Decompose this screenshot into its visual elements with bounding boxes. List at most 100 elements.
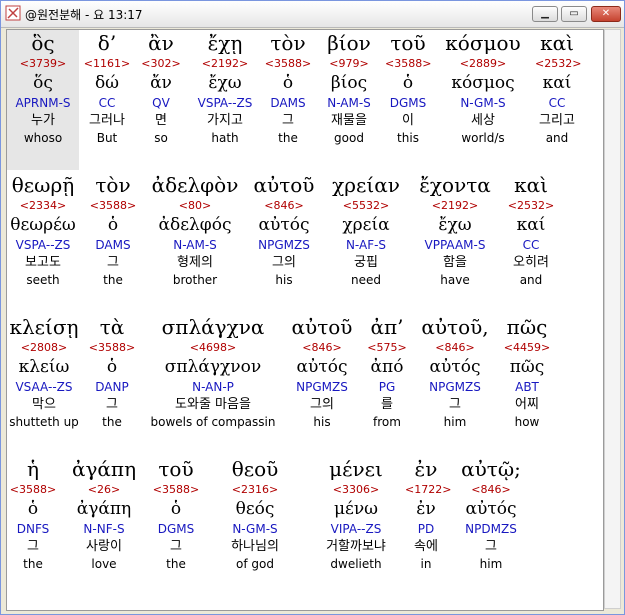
word-unit[interactable]: ἀπ’ <575> ἀπό PG 를 from (361, 314, 413, 454)
strong-number[interactable]: <3588> (263, 56, 313, 72)
lemma: ὁ (402, 73, 414, 93)
word-unit[interactable]: αὐτοῦ <846> αὐτός NPGMZS 그의 his (243, 172, 325, 312)
english-gloss: world/s (461, 131, 505, 145)
word-unit[interactable]: ἔχῃ <2192> ἔχω VSPA--ZS 가지고 hath (187, 30, 263, 170)
word-unit[interactable]: καὶ <2532> καί CC 오히려 and (503, 172, 559, 312)
english-gloss: from (373, 415, 401, 429)
word-unit[interactable]: τὸν <3588> ὁ DAMS 그 the (79, 172, 147, 312)
word-unit[interactable]: κόσμου <2889> κόσμος N-GM-S 세상 world/s (431, 30, 535, 170)
greek-word: αὐτοῦ (253, 173, 315, 197)
strong-number[interactable]: <846> (413, 340, 497, 356)
strong-number[interactable]: <2532> (503, 198, 559, 214)
strong-number[interactable]: <1722> (405, 482, 451, 498)
word-unit[interactable]: αὐτῷ; <846> αὐτός NPDMZS 그 him (447, 456, 535, 596)
word-unit[interactable]: τὸν <3588> ὁ DAMS 그 the (263, 30, 313, 170)
word-unit[interactable]: αὐτοῦ <846> αὐτός NPGMZS 그의 his (283, 314, 361, 454)
parsing-code: QV (152, 96, 170, 110)
lemma: ἀγάπη (76, 499, 132, 519)
word-unit[interactable]: δ’ <1161> δώ CC 그러나 But (79, 30, 135, 170)
strong-number[interactable]: <2334> (7, 198, 79, 214)
strong-number[interactable]: <846> (243, 198, 325, 214)
strong-number[interactable]: <2532> (535, 56, 581, 72)
word-unit[interactable]: τοῦ <3588> ὁ DGMS 그 the (149, 456, 203, 596)
close-button[interactable]: ✕ (591, 6, 621, 22)
greek-word: βίον (327, 31, 371, 55)
strong-number[interactable]: <2316> (203, 482, 307, 498)
word-unit[interactable]: χρείαν <5532> χρεία N-AF-S 궁핍 need (325, 172, 407, 312)
parsing-code: DNFS (16, 522, 50, 536)
word-unit[interactable]: ἔχοντα <2192> ἔχω VPPAAM-S 함을 have (407, 172, 503, 312)
strong-number[interactable]: <3588> (81, 340, 143, 356)
word-unit[interactable]: ἀδελφὸν <80> ἀδελφός N-AM-S 형제의 brother (147, 172, 243, 312)
strong-number[interactable]: <2192> (407, 198, 503, 214)
strong-number[interactable]: <979> (313, 56, 385, 72)
word-unit[interactable]: σπλάγχνα <4698> σπλάγχνον N-AN-P 도와줄 마음을… (143, 314, 283, 454)
strong-number[interactable]: <302> (135, 56, 187, 72)
greek-word: ἔχῃ (207, 31, 243, 55)
strong-number[interactable]: <4459> (497, 340, 557, 356)
korean-gloss: 도와줄 마음을 (175, 397, 251, 412)
strong-number[interactable]: <3588> (149, 482, 203, 498)
greek-word: μένει (329, 457, 383, 481)
word-unit[interactable]: ὃς <3739> ὅς APRNM-S 누가 whoso (7, 30, 79, 170)
greek-word: καὶ (514, 173, 548, 197)
strong-number[interactable]: <1161> (79, 56, 135, 72)
greek-word: ὃς (31, 31, 55, 55)
parsing-code: N-NF-S (83, 522, 125, 536)
korean-gloss: 하나님의 (231, 539, 279, 554)
minimize-button[interactable]: ▁ (532, 6, 558, 22)
strong-number[interactable]: <3588> (7, 482, 59, 498)
strong-number[interactable]: <80> (147, 198, 243, 214)
strong-number[interactable]: <2808> (7, 340, 81, 356)
english-gloss: the (23, 557, 43, 571)
lemma: ὁ (282, 73, 294, 93)
word-unit[interactable]: ἐν <1722> ἐν PD 속에 in (405, 456, 451, 596)
word-unit[interactable]: τοῦ <3588> ὁ DGMS 이 this (385, 30, 431, 170)
korean-gloss: 세상 (471, 113, 495, 128)
strong-number[interactable]: <2192> (187, 56, 263, 72)
interlinear-panel[interactable]: ὃς <3739> ὅς APRNM-S 누가 whoso δ’ <1161> … (6, 29, 604, 611)
close-icon: ✕ (601, 8, 611, 19)
vertical-scrollbar[interactable] (604, 29, 621, 609)
strong-number[interactable]: <5532> (325, 198, 407, 214)
word-unit[interactable]: ἀγάπη <26> ἀγάπη N-NF-S 사랑이 love (59, 456, 149, 596)
word-unit[interactable]: ἂν <302> ἄν QV 면 so (135, 30, 187, 170)
title-bar[interactable]: @원전분해 - 요 13:17 ▁ ▭ ✕ (1, 1, 624, 28)
word-unit[interactable]: καὶ <2532> καί CC 그리고 and (535, 30, 581, 170)
greek-word: ἔχοντα (419, 173, 491, 197)
word-unit[interactable]: αὐτοῦ, <846> αὐτός NPGMZS 그 him (413, 314, 497, 454)
parsing-code: PD (417, 522, 435, 536)
word-unit[interactable]: ἡ <3588> ὁ DNFS 그 the (7, 456, 59, 596)
word-unit[interactable]: κλείσῃ <2808> κλείω VSAA--ZS 막으 shutteth… (7, 314, 81, 454)
strong-number[interactable]: <846> (283, 340, 361, 356)
korean-gloss: 사랑이 (86, 539, 122, 554)
word-unit[interactable]: θεωρῇ <2334> θεωρέω VSPA--ZS 보고도 seeth (7, 172, 79, 312)
strong-number[interactable]: <26> (59, 482, 149, 498)
strong-number[interactable]: <575> (361, 340, 413, 356)
korean-gloss: 그 (449, 397, 461, 412)
word-unit[interactable]: τὰ <3588> ὁ DANP 그 the (81, 314, 143, 454)
parsing-code: NPGMZS (258, 238, 310, 252)
strong-number[interactable]: <3588> (79, 198, 147, 214)
english-gloss: have (440, 273, 470, 287)
greek-word: πῶς (506, 315, 548, 339)
english-gloss: brother (172, 273, 218, 287)
korean-gloss: 누가 (31, 113, 55, 128)
maximize-button[interactable]: ▭ (561, 6, 587, 22)
strong-number[interactable]: <4698> (143, 340, 283, 356)
parsing-code: N-GM-S (460, 96, 506, 110)
word-unit[interactable]: πῶς <4459> πῶς ABT 어찌 how (497, 314, 557, 454)
word-unit[interactable]: βίον <979> βίος N-AM-S 재물을 good (313, 30, 385, 170)
korean-gloss: 보고도 (25, 255, 61, 270)
strong-number[interactable]: <3739> (7, 56, 79, 72)
strong-number[interactable]: <2889> (431, 56, 535, 72)
strong-number[interactable]: <846> (447, 482, 535, 498)
lemma: αὐτός (258, 215, 310, 235)
word-unit[interactable]: θεοῦ <2316> θεός N-GM-S 하나님의 of god (203, 456, 307, 596)
lemma: ἀπό (370, 357, 404, 377)
word-unit[interactable]: μένει <3306> μένω VIPA--ZS 거할까보냐 dweliet… (307, 456, 405, 596)
app-icon (5, 5, 21, 21)
english-gloss: good (334, 131, 364, 145)
strong-number[interactable]: <3588> (385, 56, 431, 72)
strong-number[interactable]: <3306> (307, 482, 405, 498)
